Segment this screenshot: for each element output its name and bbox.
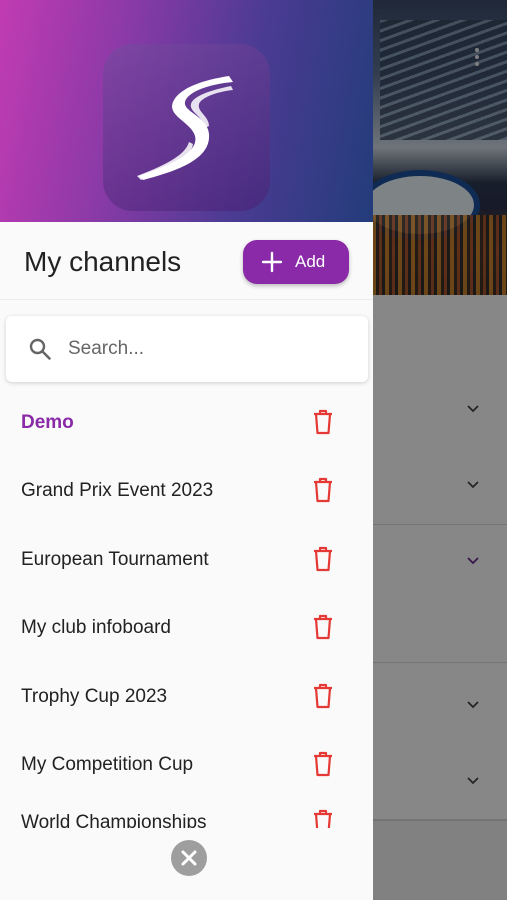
trash-icon[interactable] xyxy=(312,809,334,828)
app-logo xyxy=(103,44,270,211)
app-logo-s-icon xyxy=(137,76,233,180)
channel-item-grand-prix[interactable]: Grand Prix Event 2023 xyxy=(0,456,373,524)
trash-icon[interactable] xyxy=(312,477,334,503)
drawer-title-row: My channels Add xyxy=(0,222,373,300)
trash-icon[interactable] xyxy=(312,614,334,640)
add-channel-button[interactable]: Add xyxy=(243,240,349,284)
close-icon xyxy=(181,850,197,866)
channel-name: My club infoboard xyxy=(21,617,171,638)
plus-icon xyxy=(261,251,283,273)
trash-icon[interactable] xyxy=(312,751,334,777)
channel-name: Demo xyxy=(21,412,74,433)
channel-name: My Competition Cup xyxy=(21,754,194,775)
channel-name: Grand Prix Event 2023 xyxy=(21,480,214,501)
channel-item-demo[interactable]: Demo xyxy=(0,388,373,456)
channel-name: European Tournament xyxy=(21,549,209,570)
search-input[interactable] xyxy=(68,328,348,370)
channel-list: Demo Grand Prix Event 2023 European Tour… xyxy=(0,388,373,828)
trash-icon[interactable] xyxy=(312,546,334,572)
search-icon xyxy=(29,338,51,360)
close-drawer-button[interactable] xyxy=(171,840,207,876)
channels-drawer: My channels Add Demo Grand Prix Event 20… xyxy=(0,0,373,900)
channel-name: World Championships xyxy=(21,812,207,828)
trash-icon[interactable] xyxy=(312,409,334,435)
add-button-label: Add xyxy=(295,252,326,271)
search-box[interactable] xyxy=(6,316,368,382)
channel-item-club-infoboard[interactable]: My club infoboard xyxy=(0,593,373,661)
drawer-header xyxy=(0,0,373,222)
channel-item-world-championships[interactable]: World Championships xyxy=(0,788,373,828)
drawer-title: My channels xyxy=(24,246,182,277)
trash-icon[interactable] xyxy=(312,683,334,709)
channel-name: Trophy Cup 2023 xyxy=(21,686,168,707)
channel-item-trophy-cup[interactable]: Trophy Cup 2023 xyxy=(0,662,373,730)
channel-item-european-tournament[interactable]: European Tournament xyxy=(0,525,373,593)
